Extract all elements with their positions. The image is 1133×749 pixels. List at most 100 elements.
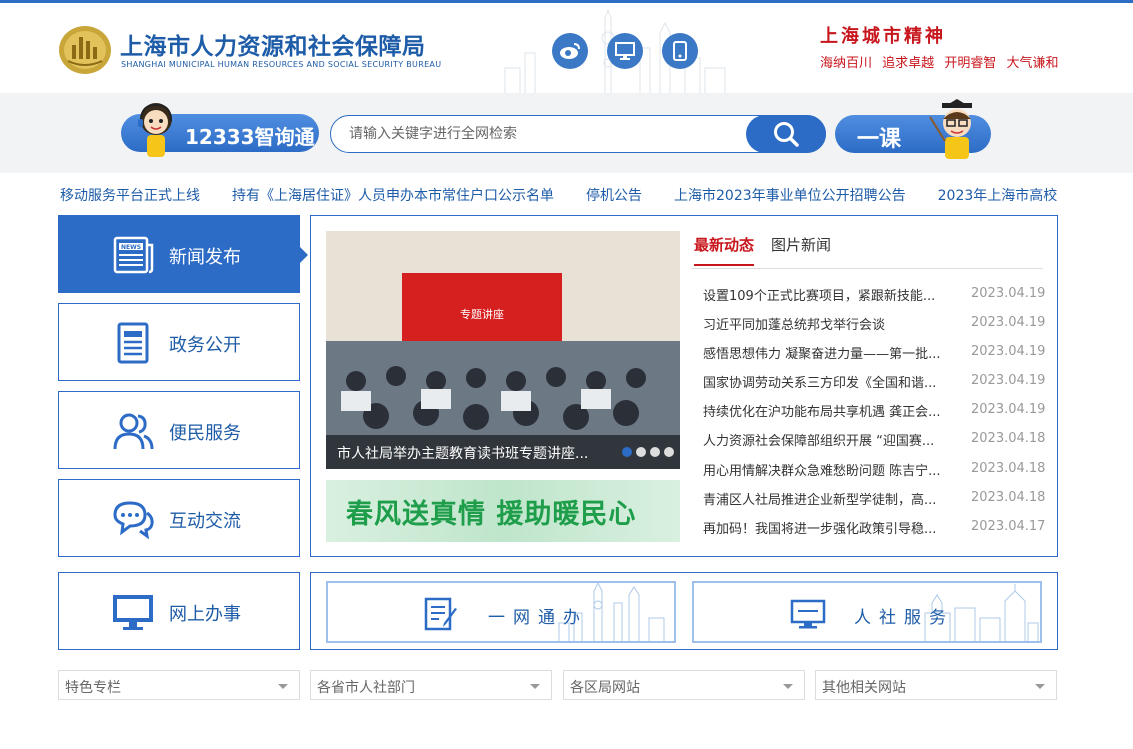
news-title[interactable]: 再加码！我国将进一步强化政策引导稳... bbox=[703, 518, 961, 537]
weibo-icon[interactable] bbox=[552, 33, 588, 69]
nav-label: 政务公开 bbox=[169, 335, 241, 356]
city-skyline-icon bbox=[558, 583, 665, 641]
news-item[interactable]: 习近平同加蓬总统邦戈举行会谈 2023.04.19 bbox=[703, 311, 1047, 340]
users-icon bbox=[113, 413, 154, 450]
news-date: 2023.04.18 bbox=[971, 460, 1046, 476]
news-date: 2023.04.18 bbox=[971, 489, 1046, 505]
one-stop-service-button[interactable]: 一网通办 bbox=[326, 581, 676, 643]
screen-title: 专题讲座 bbox=[460, 307, 504, 321]
nav-label: 网上办事 bbox=[169, 604, 241, 625]
news-item[interactable]: 青浦区人社局推进企业新型学徒制，高... 2023.04.18 bbox=[703, 486, 1047, 515]
nav-item-news[interactable]: NEWS 新闻发布 bbox=[58, 215, 308, 293]
news-date: 2023.04.19 bbox=[971, 402, 1046, 418]
news-title[interactable]: 设置109个正式比赛项目，紧跟新技能... bbox=[703, 285, 961, 304]
spirit-word: 追求卓越 bbox=[882, 56, 935, 71]
news-title[interactable]: 习近平同加蓬总统邦戈举行会谈 bbox=[703, 314, 961, 333]
news-title[interactable]: 感悟思想伟力 凝聚奋进力量——第一批... bbox=[703, 343, 961, 362]
news-title[interactable]: 人力资源社会保障部组织开展 “迎国赛... bbox=[703, 430, 961, 449]
active-arrow-icon bbox=[299, 246, 308, 264]
search-input[interactable] bbox=[349, 117, 739, 151]
hr-social-service-button[interactable]: 人社服务 bbox=[692, 581, 1042, 643]
district-site-select[interactable]: 各区局网站 bbox=[563, 670, 805, 700]
desktop-icon[interactable] bbox=[607, 33, 643, 69]
carousel-dot[interactable] bbox=[664, 447, 674, 457]
news-item[interactable]: 持续优化在沪功能布局共享机遇 龚正会... 2023.04.19 bbox=[703, 398, 1047, 427]
ticker-link[interactable]: 2023年上海市高校 bbox=[938, 188, 1058, 204]
tab-latest[interactable]: 最新动态 bbox=[694, 234, 755, 266]
ticker-link[interactable]: 持有《上海居住证》人员申办本市常住户口公示名单 bbox=[232, 188, 554, 204]
news-carousel[interactable]: 专题讲座 市人社局举办主题教育读书班专题讲座... bbox=[326, 231, 680, 469]
news-list: 设置109个正式比赛项目，紧跟新技能... 2023.04.19 习近平同加蓬总统… bbox=[703, 282, 1047, 544]
search-band: 12333智询通 一课 bbox=[0, 93, 1133, 173]
news-item[interactable]: 国家协调劳动关系三方印发《全国和谐... 2023.04.19 bbox=[703, 369, 1047, 398]
chevron-down-icon bbox=[530, 684, 540, 689]
chevron-down-icon bbox=[278, 684, 288, 689]
ticker-track: 移动服务平台正式上线 持有《上海居住证》人员申办本市常住户口公示名单 停机公告 上海市… bbox=[60, 185, 1058, 205]
nav-item-government-affairs[interactable]: 政务公开 bbox=[58, 303, 300, 381]
carousel-dots bbox=[618, 447, 674, 457]
chevron-down-icon bbox=[783, 684, 793, 689]
news-date: 2023.04.19 bbox=[971, 344, 1046, 360]
carousel-dot[interactable] bbox=[636, 447, 646, 457]
carousel-caption-bar: 市人社局举办主题教育读书班专题讲座... bbox=[326, 435, 680, 469]
news-item[interactable]: 再加码！我国将进一步强化政策引导稳... 2023.04.17 bbox=[703, 515, 1047, 544]
nav-item-interaction[interactable]: 互动交流 bbox=[58, 479, 300, 557]
news-date: 2023.04.19 bbox=[971, 315, 1046, 331]
teacher-mascot-icon bbox=[929, 99, 972, 159]
site-title-en: SHANGHAI MUNICIPAL HUMAN RESOURCES AND S… bbox=[121, 60, 442, 69]
spirit-word: 海纳百川 bbox=[820, 56, 873, 71]
site-title-cn[interactable]: 上海市人力资源和社会保障局 bbox=[120, 27, 426, 61]
form-pen-icon bbox=[424, 597, 457, 631]
search-box bbox=[330, 115, 826, 153]
mobile-icon[interactable] bbox=[662, 33, 698, 69]
chevron-down-icon bbox=[1035, 684, 1045, 689]
bund-building-icon bbox=[924, 584, 1039, 641]
bureau-emblem-icon[interactable] bbox=[58, 23, 112, 75]
svg-text:NEWS: NEWS bbox=[121, 244, 141, 251]
news-tabs: 最新动态 图片新闻 bbox=[691, 231, 1043, 269]
campaign-banner[interactable]: 春风送真情 援助暖民心 bbox=[326, 480, 680, 542]
ticker-link[interactable]: 移动服务平台正式上线 bbox=[60, 188, 200, 204]
related-site-select[interactable]: 其他相关网站 bbox=[815, 670, 1057, 700]
select-value: 各区局网站 bbox=[570, 680, 640, 696]
monitor-icon bbox=[113, 595, 153, 630]
city-spirit-title: 上海城市精神 bbox=[820, 26, 946, 47]
news-item[interactable]: 用心用情解决群众急难愁盼问题 陈吉宁... 2023.04.18 bbox=[703, 457, 1047, 486]
news-date: 2023.04.18 bbox=[971, 431, 1046, 447]
select-value: 其他相关网站 bbox=[822, 680, 906, 696]
carousel-caption[interactable]: 市人社局举办主题教育读书班专题讲座... bbox=[337, 443, 588, 463]
search-icon bbox=[774, 122, 799, 147]
featured-column-select[interactable]: 特色专栏 bbox=[58, 670, 300, 700]
tab-photo-news[interactable]: 图片新闻 bbox=[771, 234, 831, 264]
news-date: 2023.04.19 bbox=[971, 286, 1046, 301]
carousel-dot[interactable] bbox=[622, 447, 632, 457]
carousel-photo: 专题讲座 bbox=[326, 231, 680, 469]
news-item[interactable]: 人力资源社会保障部组织开展 “迎国赛... 2023.04.18 bbox=[703, 427, 1047, 456]
nav-item-online-services[interactable]: 网上办事 bbox=[58, 572, 300, 650]
carousel-dot[interactable] bbox=[650, 447, 660, 457]
province-dept-select[interactable]: 各省市人社部门 bbox=[310, 670, 552, 700]
news-title[interactable]: 用心用情解决群众急难愁盼问题 陈吉宁... bbox=[703, 460, 961, 479]
select-value: 特色专栏 bbox=[65, 680, 121, 696]
nav-label: 新闻发布 bbox=[169, 247, 241, 268]
spirit-word: 开明睿智 bbox=[944, 56, 997, 71]
banner-text: 春风送真情 援助暖民心 bbox=[346, 499, 637, 530]
newspaper-icon: NEWS bbox=[113, 236, 154, 274]
service-panel: 一网通办 人社服务 bbox=[310, 572, 1058, 650]
ticker-link[interactable]: 停机公告 bbox=[586, 188, 642, 204]
news-item[interactable]: 感悟思想伟力 凝聚奋进力量——第一批... 2023.04.19 bbox=[703, 340, 1047, 369]
monitor-icon bbox=[790, 599, 826, 629]
news-item[interactable]: 设置109个正式比赛项目，紧跟新技能... 2023.04.19 bbox=[703, 282, 1047, 311]
nav-item-public-services[interactable]: 便民服务 bbox=[58, 391, 300, 469]
smart-consult-label: 12333智询通 bbox=[185, 125, 315, 149]
ticker-link[interactable]: 上海市2023年事业单位公开招聘公告 bbox=[674, 188, 906, 204]
notice-ticker: 移动服务平台正式上线 持有《上海居住证》人员申办本市常住户口公示名单 停机公告 上海市… bbox=[58, 180, 1058, 210]
news-title[interactable]: 持续优化在沪功能布局共享机遇 龚正会... bbox=[703, 401, 961, 420]
search-button[interactable] bbox=[746, 115, 826, 153]
headset-mascot-icon bbox=[138, 103, 172, 157]
nav-label: 便民服务 bbox=[169, 423, 241, 444]
news-panel: 专题讲座 市人社局举办主题教育读书班专题讲座... 春风送真情 援助暖民心 最新… bbox=[310, 215, 1058, 557]
news-title[interactable]: 国家协调劳动关系三方印发《全国和谐... bbox=[703, 372, 961, 391]
news-title[interactable]: 青浦区人社局推进企业新型学徒制，高... bbox=[703, 489, 961, 508]
one-lesson-label: 一课 bbox=[857, 127, 902, 152]
